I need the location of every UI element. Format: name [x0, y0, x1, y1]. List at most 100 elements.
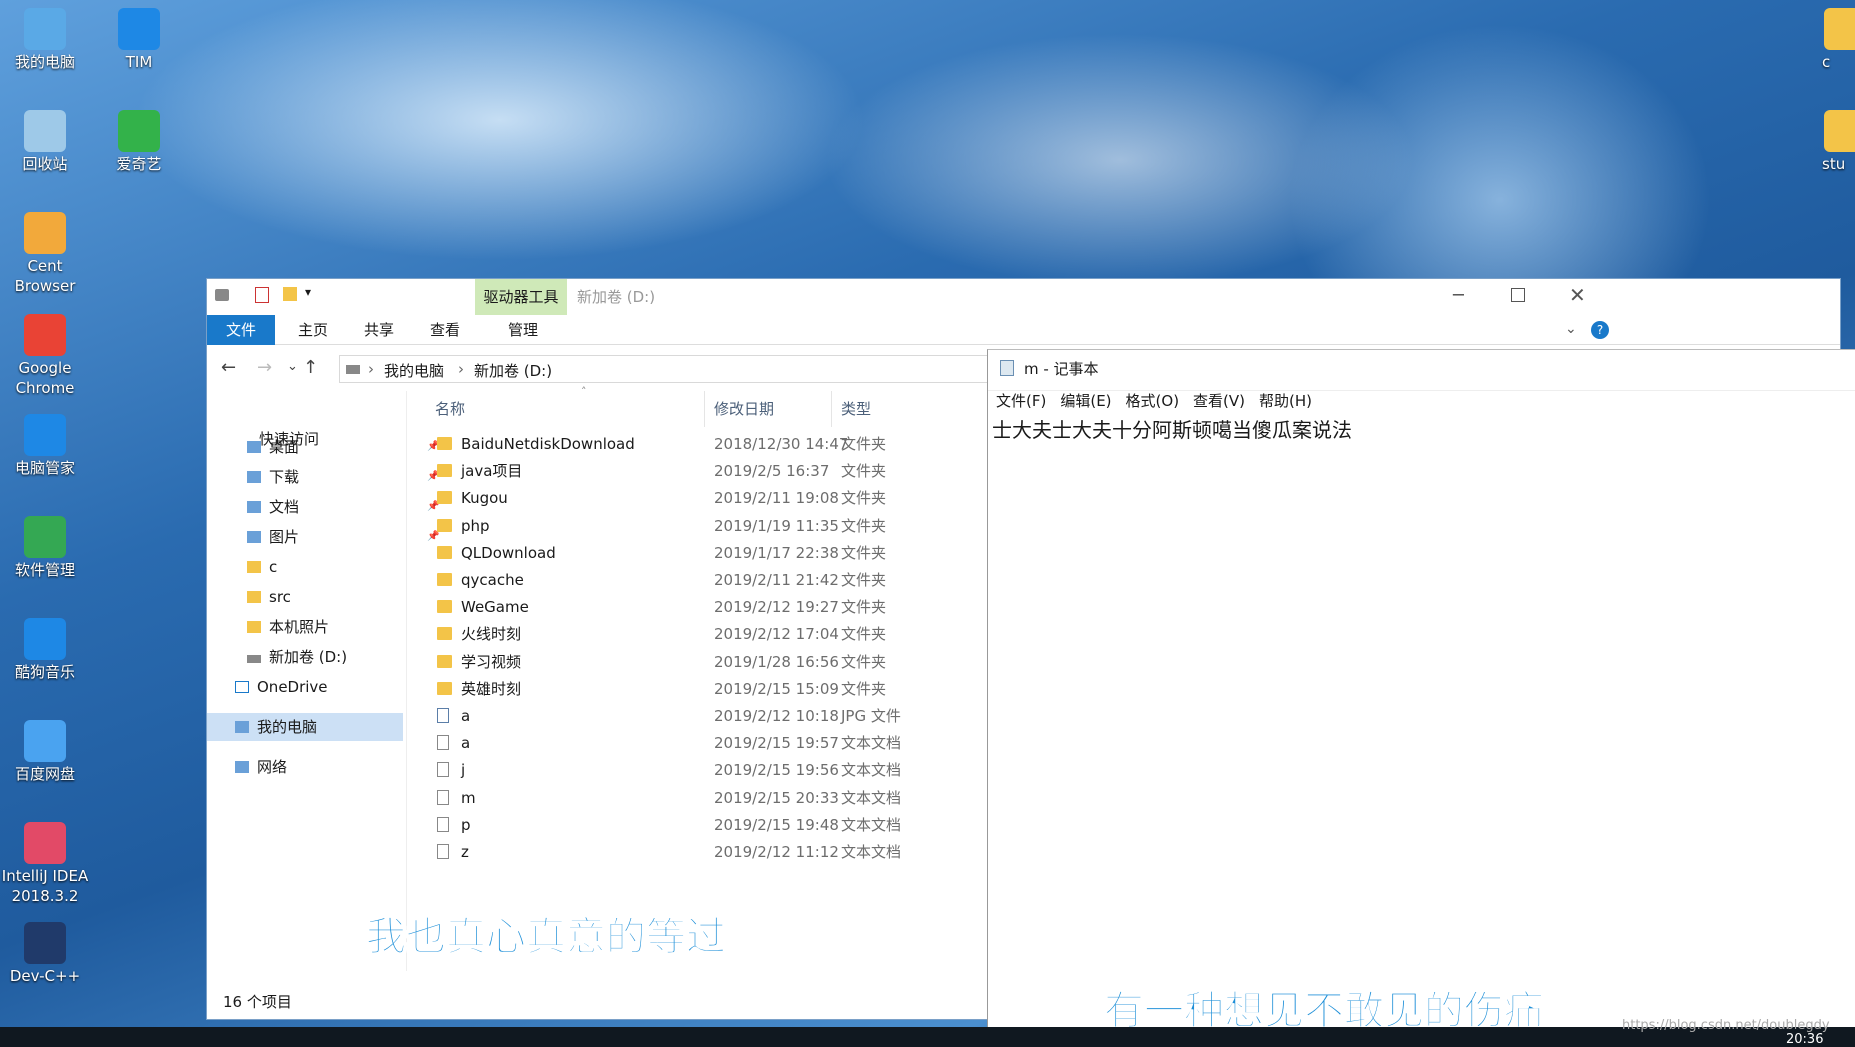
desktop-icon[interactable]: Cent Browser: [0, 212, 90, 296]
notepad-text-area[interactable]: 士大夫士大夫十分阿斯顿噶当傻瓜案说法: [992, 414, 1352, 443]
desktop-icon[interactable]: 回收站: [0, 110, 90, 174]
maximize-icon[interactable]: [1511, 288, 1525, 302]
onedrive-icon: [235, 681, 249, 693]
nav-item-pinned[interactable]: 图片 📌: [247, 523, 439, 551]
minimize-icon[interactable]: ─: [1453, 285, 1464, 306]
column-divider[interactable]: [704, 391, 705, 427]
computer-icon: [235, 721, 249, 733]
file-type: 文件夹: [841, 652, 887, 671]
nav-item-folder[interactable]: c: [247, 553, 277, 581]
chrome-icon: [24, 314, 66, 356]
text-file-icon: [437, 844, 449, 859]
file-date: 2019/2/15 19:56: [714, 761, 839, 780]
desktop-icon-label: Dev-C++: [9, 967, 81, 985]
desktop-icon[interactable]: Google Chrome: [0, 314, 90, 398]
desktop-icon[interactable]: 百度网盘: [0, 720, 90, 784]
tab-home[interactable]: 主页: [283, 315, 343, 345]
notepad-menu-item[interactable]: 帮助(H): [1259, 392, 1312, 410]
nav-item-label: c: [269, 558, 278, 576]
desktop-icon[interactable]: 软件管理: [0, 516, 90, 580]
breadcrumb-drive[interactable]: 新加卷 (D:): [474, 360, 552, 381]
computer-icon: [24, 8, 66, 50]
subtitle-line-1: 我也真心真意的等过: [366, 914, 727, 961]
desktop-icon-label: Google Chrome: [15, 359, 75, 397]
file-name: java项目: [461, 462, 523, 481]
desktop-icon-label: c: [1822, 53, 1831, 71]
file-date: 2019/1/28 16:56: [714, 652, 839, 671]
text-file-icon: [437, 762, 449, 778]
desktop-icon-label: 电脑管家: [14, 459, 75, 477]
recent-locations-icon[interactable]: ⌄: [287, 359, 298, 374]
tab-share[interactable]: 共享: [349, 315, 409, 345]
folder-icon: [437, 518, 452, 532]
notepad-menu-item[interactable]: 格式(O): [1126, 392, 1180, 410]
image-file-icon: [437, 708, 449, 723]
column-header-name[interactable]: 名称: [435, 391, 465, 427]
file-date: 2019/1/19 11:35: [714, 516, 839, 535]
explorer-title-bar: ▾ 驱动器工具 新加卷 (D:) ─ ✕: [207, 279, 1840, 315]
desktop-icon-label: 我的电脑: [14, 53, 75, 71]
text-file-icon: [437, 816, 449, 832]
desktop-icon-label: TIM: [125, 53, 153, 71]
file-name: WeGame: [461, 598, 529, 617]
nav-item-pinned[interactable]: 文档 📌: [247, 493, 439, 521]
folder-icon: [247, 561, 261, 573]
desktop-icon[interactable]: 酷狗音乐: [0, 618, 90, 682]
file-date: 2019/2/15 19:48: [714, 815, 839, 834]
forward-icon[interactable]: →: [257, 357, 272, 378]
file-date: 2019/2/12 19:27: [714, 598, 839, 617]
folder-icon: [437, 654, 452, 668]
folder-icon: [437, 627, 452, 641]
desktop-icon[interactable]: c: [1822, 8, 1855, 72]
properties-icon[interactable]: [255, 287, 269, 303]
file-name: 英雄时刻: [461, 679, 522, 698]
nav-item-folder[interactable]: src: [247, 583, 291, 611]
file-name: QLDownload: [461, 543, 556, 562]
file-name: j: [461, 761, 466, 780]
column-header-type[interactable]: 类型: [841, 391, 871, 427]
nav-item-pinned[interactable]: 桌面 📌: [247, 433, 439, 461]
new-folder-icon[interactable]: [283, 287, 297, 301]
nav-item-folder[interactable]: 新加卷 (D:): [247, 643, 347, 671]
close-icon[interactable]: ✕: [1569, 283, 1586, 307]
nav-item-pinned[interactable]: 下载 📌: [247, 463, 439, 491]
desktop-icon[interactable]: 电脑管家: [0, 414, 90, 478]
folder-icon: [247, 531, 261, 543]
quick-access-dropdown-icon[interactable]: ▾: [305, 285, 311, 299]
ribbon-expand-icon[interactable]: ⌄: [1565, 321, 1577, 337]
file-date: 2019/2/15 20:33: [714, 788, 839, 807]
tab-file[interactable]: 文件: [207, 315, 275, 345]
recycle-bin-icon: [24, 110, 66, 152]
desktop-icon[interactable]: 爱奇艺: [94, 110, 184, 174]
desktop-icon-label: stu: [1822, 155, 1846, 173]
tab-manage[interactable]: 管理: [483, 315, 563, 345]
notepad-menu-item[interactable]: 查看(V): [1193, 392, 1245, 410]
column-divider[interactable]: [831, 391, 832, 427]
desktop-icon[interactable]: stu: [1822, 110, 1855, 174]
nav-network[interactable]: 网络: [235, 753, 287, 781]
column-header-date[interactable]: 修改日期: [714, 391, 774, 427]
up-icon[interactable]: ↑: [303, 357, 318, 378]
nav-onedrive[interactable]: OneDrive: [235, 673, 328, 701]
breadcrumb-this-pc[interactable]: 我的电脑: [384, 360, 444, 381]
desktop-icon-label: 百度网盘: [14, 765, 75, 783]
software-manager-icon: [24, 516, 66, 558]
desktop-icon[interactable]: TIM: [94, 8, 184, 72]
desktop-icon[interactable]: IntelliJ IDEA 2018.3.2: [0, 822, 90, 906]
desktop-icon[interactable]: 我的电脑: [0, 8, 90, 72]
folder-icon: [247, 441, 261, 453]
file-name: a: [461, 707, 471, 725]
notepad-menu-item[interactable]: 编辑(E): [1060, 392, 1111, 410]
navigation-pane: 快速访问 桌面 📌 下载 📌 文档 📌 图片 📌 c src 本机照片 新加卷 (D:) OneDrive…: [207, 391, 439, 971]
file-type: 文件夹: [841, 489, 887, 508]
notepad-menu-item[interactable]: 文件(F): [996, 392, 1046, 410]
folder-icon: [247, 471, 261, 483]
help-icon[interactable]: ?: [1591, 321, 1609, 339]
nav-this-pc[interactable]: 我的电脑: [207, 713, 403, 741]
back-icon[interactable]: ←: [221, 357, 236, 378]
nav-item-folder[interactable]: 本机照片: [247, 613, 329, 641]
file-name: m: [461, 788, 476, 807]
notepad-window: m - 记事本 文件(F) 编辑(E) 格式(O) 查看(V) 帮助(H) 士大夫士大夫…: [987, 349, 1855, 1031]
desktop-icon[interactable]: Dev-C++: [0, 922, 90, 986]
tab-view[interactable]: 查看: [415, 315, 475, 345]
